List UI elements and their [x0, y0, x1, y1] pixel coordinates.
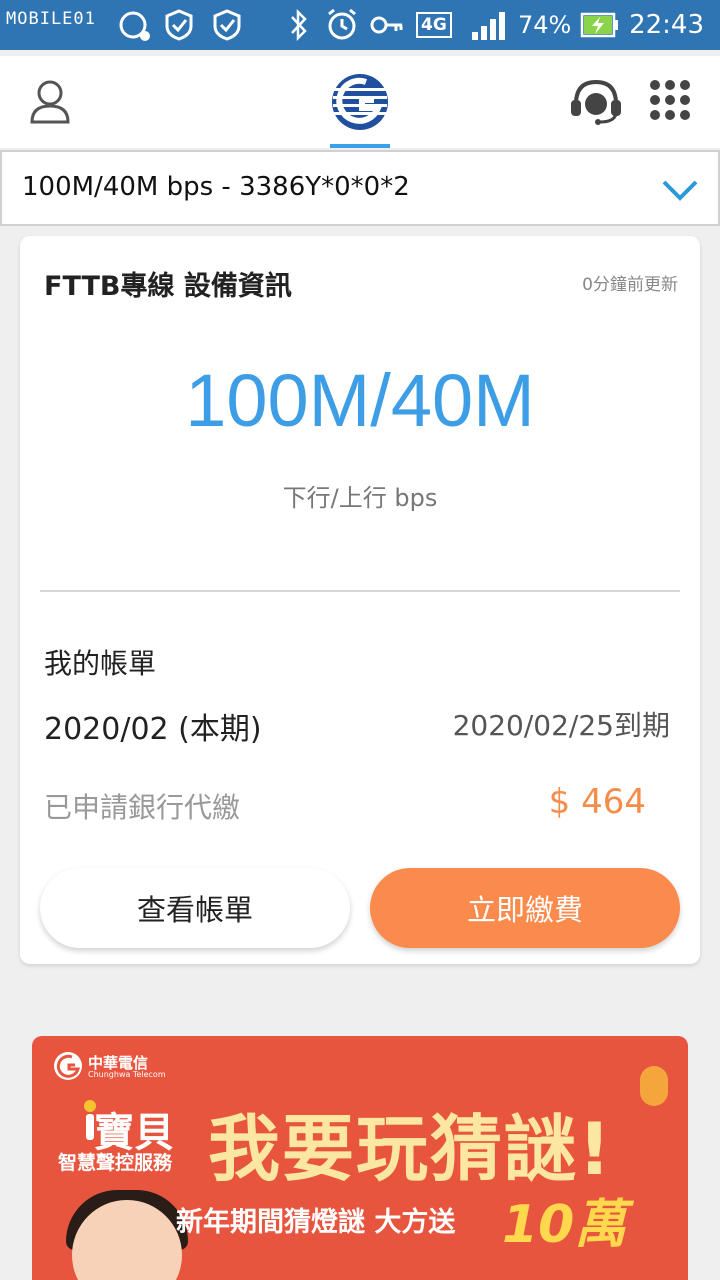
- promo-banner[interactable]: 中華電信 Chunghwa Telecom 寶貝 智慧聲控服務 我要玩猜謎! 新…: [32, 1036, 688, 1280]
- pay-now-button[interactable]: 立即繳費: [370, 868, 680, 948]
- lantern-icon: [640, 1066, 668, 1106]
- view-bill-button[interactable]: 查看帳單: [40, 868, 350, 948]
- banner-product-sub: 智慧聲控服務: [58, 1152, 173, 1174]
- bill-due-date: 2020/02/25到期: [452, 709, 670, 742]
- battery-percent: 74%: [518, 11, 572, 39]
- watermark: MOBILE01: [6, 9, 96, 29]
- notification-icon: [119, 11, 150, 41]
- clock: 22:43: [629, 10, 704, 40]
- updated-time: 0分鐘前更新: [582, 275, 678, 295]
- speed-label: 下行/上行 bps: [282, 484, 438, 512]
- plan-select[interactable]: 100M/40M bps - 3386Y*0*0*2: [0, 150, 720, 226]
- bill-payment-status: 已申請銀行代繳: [44, 791, 241, 824]
- chunghwa-telecom-logo[interactable]: [328, 70, 392, 134]
- bluetooth-icon: [291, 8, 307, 42]
- headset-icon[interactable]: [568, 76, 624, 126]
- app-header: [0, 56, 720, 148]
- grid-menu-icon[interactable]: [648, 78, 692, 122]
- person-icon[interactable]: [28, 78, 72, 126]
- shield-check-icon: [165, 9, 193, 41]
- banner-headline: 我要玩猜謎!: [208, 1107, 613, 1191]
- network-type: 4G: [416, 0, 452, 50]
- device-card: FTTB專線 設備資訊 0分鐘前更新 100M/40M 下行/上行 bps 我的…: [20, 236, 700, 964]
- speed-value: 100M/40M: [185, 359, 535, 442]
- alarm-icon: [328, 8, 356, 40]
- bill-title: 我的帳單: [44, 647, 157, 680]
- banner-subtitle: 新年期間猜燈謎 大方送: [176, 1207, 456, 1238]
- battery-charging-icon: [580, 12, 618, 38]
- chevron-down-icon[interactable]: [660, 174, 700, 204]
- banner-brand-en: Chunghwa Telecom: [88, 1070, 166, 1079]
- chunghwa-telecom-logo: [54, 1052, 82, 1080]
- bill-period: 2020/02 (本期): [44, 712, 262, 747]
- shield-check-icon: [213, 9, 241, 41]
- active-tab-indicator: [330, 144, 390, 148]
- bill-amount: $ 464: [548, 782, 646, 822]
- status-bar: MOBILE01 4G 74% 22:43: [0, 0, 720, 50]
- card-title: FTTB專線 設備資訊: [44, 271, 292, 302]
- key-icon: [370, 16, 403, 34]
- plan-select-value: 100M/40M bps - 3386Y*0*0*2: [22, 172, 410, 202]
- divider: [40, 590, 680, 592]
- network-type-label: 4G: [416, 12, 452, 38]
- signal-icon: [472, 12, 505, 40]
- banner-prize: 10萬: [502, 1195, 627, 1255]
